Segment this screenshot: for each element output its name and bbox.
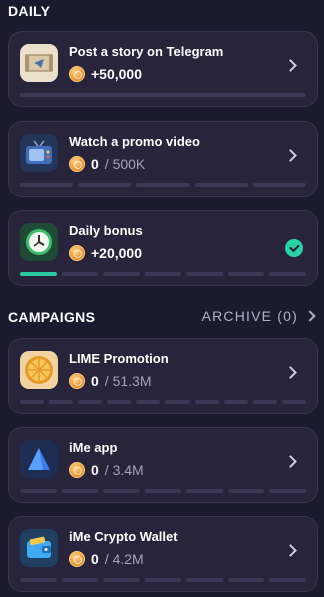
progress-segment xyxy=(144,489,182,493)
reward-total: / 3.4M xyxy=(104,462,144,478)
clock-icon xyxy=(20,223,58,261)
progress-segment xyxy=(144,272,182,276)
progress-segment xyxy=(194,183,248,187)
progress-segment xyxy=(49,400,74,404)
progress-segment xyxy=(252,183,307,187)
section-title-campaigns: CAMPAIGNS xyxy=(8,309,96,325)
chevron-right-icon xyxy=(284,544,297,557)
campaign-title: iMe app xyxy=(69,440,118,455)
task-title: Post a story on Telegram xyxy=(69,44,224,59)
reward-total: / 4.2M xyxy=(104,551,144,567)
task-card-daily-bonus[interactable]: Daily bonus +20,000 xyxy=(8,210,318,286)
progress-segment xyxy=(186,272,223,276)
progress-segment xyxy=(227,578,265,582)
task-card-promo-video[interactable]: Watch a promo video 0 / 500K xyxy=(8,121,318,197)
campaign-reward: 0 / 51.3M xyxy=(69,373,152,389)
campaign-card-ime-crypto-wallet[interactable]: iMe Crypto Wallet 0 / 4.2M xyxy=(8,516,318,592)
task-card-telegram-story[interactable]: Post a story on Telegram +50,000 xyxy=(8,31,318,107)
progress-segment xyxy=(281,400,306,404)
progress-segment xyxy=(20,272,57,276)
tv-icon xyxy=(20,134,58,172)
progress-segment xyxy=(78,400,103,404)
progress-segment xyxy=(136,183,190,187)
chevron-right-icon xyxy=(284,59,297,72)
campaign-reward: 0 / 3.4M xyxy=(69,462,144,478)
progress-segment xyxy=(20,93,306,97)
progress-segment xyxy=(269,272,307,276)
progress-segment xyxy=(194,400,219,404)
wallet-icon xyxy=(20,529,58,567)
completed-check-icon xyxy=(285,239,303,257)
campaign-card-lime[interactable]: LIME Promotion 0 / 51.3M xyxy=(8,338,318,414)
progress-segment xyxy=(61,578,99,582)
progress-segment xyxy=(252,400,277,404)
campaign-title: LIME Promotion xyxy=(69,351,169,366)
progress-segment xyxy=(103,578,140,582)
campaign-title: iMe Crypto Wallet xyxy=(69,529,178,544)
campaign-reward: 0 / 4.2M xyxy=(69,551,144,567)
chevron-right-icon xyxy=(304,310,316,322)
reward-amount: +20,000 xyxy=(91,245,142,261)
progress-segment xyxy=(144,578,182,582)
task-title: Watch a promo video xyxy=(69,134,200,149)
coin-icon xyxy=(69,156,85,172)
reward-total: / 51.3M xyxy=(104,373,152,389)
task-reward: +50,000 xyxy=(69,66,142,82)
progress-segment xyxy=(103,489,140,493)
campaign-progress xyxy=(20,578,307,582)
ime-triangle-icon xyxy=(20,440,58,478)
campaign-progress xyxy=(20,489,307,493)
task-progress xyxy=(20,272,307,276)
task-progress xyxy=(20,93,306,97)
progress-segment xyxy=(186,578,223,582)
chevron-right-icon xyxy=(284,366,297,379)
scroll-telegram-icon xyxy=(20,44,58,82)
progress-segment xyxy=(103,272,140,276)
reward-amount: 0 xyxy=(91,551,99,567)
reward-total: / 500K xyxy=(104,156,146,172)
progress-segment xyxy=(20,400,45,404)
progress-segment xyxy=(186,489,223,493)
lime-icon xyxy=(20,351,58,389)
coin-icon xyxy=(69,66,85,82)
archive-link[interactable]: ARCHIVE (0) xyxy=(201,308,316,324)
chevron-right-icon xyxy=(284,149,297,162)
chevron-right-icon xyxy=(284,455,297,468)
coin-icon xyxy=(69,462,85,478)
reward-amount: 0 xyxy=(91,373,99,389)
task-reward: +20,000 xyxy=(69,245,142,261)
progress-segment xyxy=(227,489,265,493)
progress-segment xyxy=(136,400,161,404)
campaign-progress xyxy=(20,400,306,404)
progress-segment xyxy=(20,183,74,187)
progress-segment xyxy=(269,489,307,493)
reward-amount: 0 xyxy=(91,156,99,172)
campaign-card-ime-app[interactable]: iMe app 0 / 3.4M xyxy=(8,427,318,503)
task-title: Daily bonus xyxy=(69,223,143,238)
progress-segment xyxy=(165,400,190,404)
reward-amount: +50,000 xyxy=(91,66,142,82)
progress-segment xyxy=(78,183,132,187)
progress-segment xyxy=(61,489,99,493)
progress-segment xyxy=(20,578,57,582)
section-title-daily: DAILY xyxy=(8,3,51,19)
progress-segment xyxy=(223,400,248,404)
progress-segment xyxy=(269,578,307,582)
coin-icon xyxy=(69,373,85,389)
progress-segment xyxy=(227,272,265,276)
archive-label: ARCHIVE (0) xyxy=(201,308,298,324)
task-reward: 0 / 500K xyxy=(69,156,145,172)
coin-icon xyxy=(69,551,85,567)
coin-icon xyxy=(69,245,85,261)
reward-amount: 0 xyxy=(91,462,99,478)
progress-segment xyxy=(61,272,99,276)
progress-segment xyxy=(20,489,57,493)
progress-segment xyxy=(107,400,132,404)
task-progress xyxy=(20,183,307,187)
